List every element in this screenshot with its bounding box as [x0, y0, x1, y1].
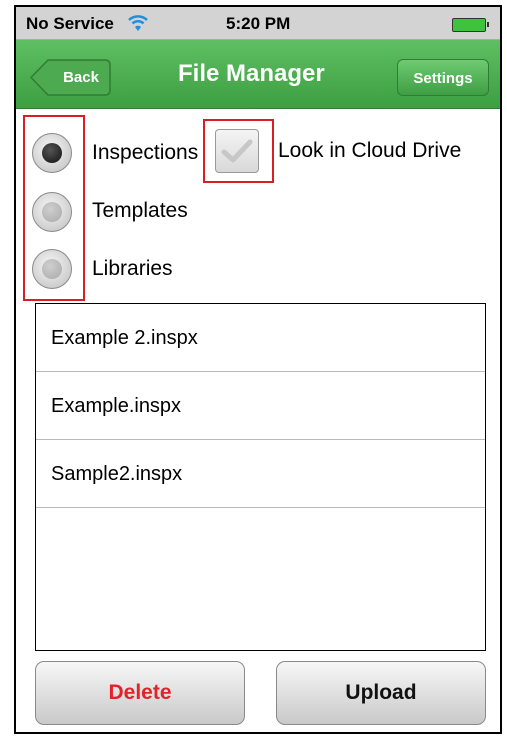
- back-label: Back: [63, 69, 99, 86]
- list-item[interactable]: Sample2.inspx: [36, 440, 485, 508]
- list-item[interactable]: Example.inspx: [36, 372, 485, 440]
- page-title: File Manager: [178, 60, 325, 87]
- radio-templates[interactable]: [32, 192, 72, 232]
- delete-button[interactable]: Delete: [35, 661, 245, 725]
- status-bar: No Service 5:20 PM: [16, 7, 500, 40]
- radio-label-inspections: Inspections: [92, 141, 199, 164]
- upload-button[interactable]: Upload: [276, 661, 486, 725]
- checkmark-icon: [221, 139, 253, 163]
- settings-button[interactable]: Settings: [397, 59, 489, 96]
- battery-icon: [452, 18, 489, 32]
- radio-dot: [42, 259, 62, 279]
- radio-dot: [42, 202, 62, 222]
- status-time: 5:20 PM: [226, 14, 291, 33]
- back-button[interactable]: Back: [30, 59, 111, 96]
- nav-bar: Back File Manager Settings: [16, 40, 500, 109]
- file-list[interactable]: Example 2.inspx Example.inspx Sample2.in…: [35, 303, 486, 651]
- radio-label-libraries: Libraries: [92, 257, 173, 280]
- carrier-label: No Service: [26, 14, 114, 33]
- cloud-drive-label: Look in Cloud Drive: [278, 139, 462, 162]
- list-item[interactable]: Example 2.inspx: [36, 304, 485, 372]
- phone-screen: No Service 5:20 PM Back File Manager Set…: [14, 5, 502, 734]
- radio-label-templates: Templates: [92, 199, 188, 222]
- radio-inspections[interactable]: [32, 133, 72, 173]
- radio-dot: [42, 143, 62, 163]
- cloud-drive-checkbox[interactable]: [215, 129, 259, 173]
- wifi-icon: [127, 13, 149, 33]
- radio-libraries[interactable]: [32, 249, 72, 289]
